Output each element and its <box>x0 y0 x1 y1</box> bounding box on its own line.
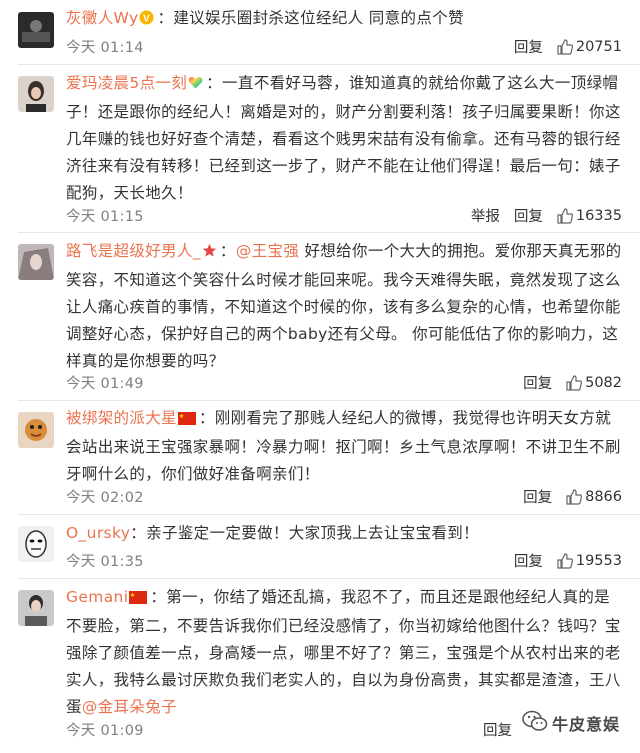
reply-button[interactable]: 回复 <box>514 36 543 57</box>
avatar[interactable] <box>18 12 54 48</box>
mention-link[interactable]: @王宝强 <box>236 242 299 260</box>
avatar[interactable] <box>18 244 54 280</box>
star-icon <box>202 240 217 267</box>
reply-button[interactable]: 回复 <box>514 550 543 571</box>
comment-actions: 回复 5082 <box>523 372 622 393</box>
svg-text:V: V <box>143 14 150 25</box>
reply-button[interactable]: 回复 <box>523 372 552 393</box>
like-count: 19553 <box>575 552 622 569</box>
avatar[interactable] <box>18 76 54 112</box>
divider <box>18 514 640 515</box>
username[interactable]: 爱玛凌晨5点一刻 <box>66 74 187 92</box>
reply-button[interactable]: 回复 <box>483 719 512 740</box>
comment-text: ：建议娱乐圈封杀这位经纪人 同意的点个赞 <box>157 9 464 27</box>
thumbs-up-icon <box>557 552 573 569</box>
like-count: 20751 <box>575 38 622 55</box>
comment-body: 灰黴人Wy V ：建议娱乐圈封杀这位经纪人 同意的点个赞 <box>66 5 622 34</box>
comment-body: O_ursky：亲子鉴定一定要做！大家顶我上去让宝宝看到！ <box>66 520 622 547</box>
thumbs-up-icon <box>557 38 573 55</box>
thumbs-up-icon <box>566 488 583 505</box>
avatar[interactable] <box>18 412 54 448</box>
comment-actions: 举报 回复 16335 <box>471 205 622 226</box>
china-flag-icon <box>177 407 196 434</box>
comment-actions: 回复 19553 <box>514 550 622 571</box>
comment-text: ：第一，你结了婚还乱搞，我忍不了，而且还是跟他经纪人真的是不要脸，第二，不要告诉… <box>66 588 621 716</box>
avatar[interactable] <box>18 590 54 626</box>
colon-text: ： <box>219 242 236 260</box>
comment-time: 今天 01:14 <box>66 40 144 56</box>
divider <box>18 578 640 579</box>
v-badge-icon: V <box>139 7 154 34</box>
thumbs-up-icon <box>557 207 573 224</box>
comment-time: 今天 02:02 <box>66 490 144 506</box>
watermark-text: 牛皮意娱 <box>552 715 621 734</box>
comment-actions: 回复 20751 <box>514 36 622 57</box>
comment-time: 今天 01:09 <box>66 723 144 739</box>
comment-body: 路飞是超级好男人_ ：@王宝强 好想给你一个大大的拥抱。爱你那天真无邪的笑容，不知… <box>66 238 622 375</box>
thumbs-up-icon <box>566 374 583 391</box>
like-button[interactable]: 20751 <box>557 39 622 55</box>
comment-body: 被绑架的派大星 ：刚刚看完了那贱人经纪人的微博，我觉得也许明天女方就会站出来说王宝… <box>66 405 622 488</box>
report-button[interactable]: 举报 <box>471 205 500 226</box>
like-count: 16335 <box>575 207 622 224</box>
username[interactable]: 路飞是超级好男人_ <box>66 242 201 260</box>
like-button[interactable]: 19553 <box>557 553 622 569</box>
watermark: 牛皮意娱 <box>522 707 638 739</box>
china-flag-icon <box>129 586 148 613</box>
like-button[interactable]: 5082 <box>566 375 622 391</box>
mention-link[interactable]: @金耳朵兔子 <box>82 698 177 716</box>
reply-button[interactable]: 回复 <box>523 486 552 507</box>
like-button[interactable]: 16335 <box>557 208 622 224</box>
comment-actions: 回复 <box>483 719 512 740</box>
like-count: 8866 <box>585 488 622 505</box>
comment-time: 今天 01:15 <box>66 209 144 225</box>
reply-button[interactable]: 回复 <box>514 205 543 226</box>
comment-text: ：亲子鉴定一定要做！大家顶我上去让宝宝看到！ <box>130 524 479 542</box>
wechat-icon <box>522 710 548 736</box>
rainbow-heart-icon <box>188 72 203 99</box>
username[interactable]: 被绑架的派大星 <box>66 409 177 427</box>
comment-actions: 回复 8866 <box>523 486 622 507</box>
divider <box>18 400 640 401</box>
like-count: 5082 <box>585 374 622 391</box>
comment-body: 爱玛凌晨5点一刻 ：一直不看好马蓉，谁知道真的就给你戴了这么大一顶绿帽子！还是跟你… <box>66 70 622 207</box>
comment-time: 今天 01:49 <box>66 376 144 392</box>
avatar[interactable] <box>18 526 54 562</box>
username[interactable]: 灰黴人Wy <box>66 9 138 27</box>
username[interactable]: O_ursky <box>66 524 130 542</box>
comment-text: ：一直不看好马蓉，谁知道真的就给你戴了这么大一顶绿帽子！还是跟你的经纪人！离婚是… <box>66 74 621 202</box>
comment-time: 今天 01:35 <box>66 554 144 570</box>
comment-body: Gemani ：第一，你结了婚还乱搞，我忍不了，而且还是跟他经纪人真的是不要脸，第… <box>66 584 622 721</box>
divider <box>18 64 640 65</box>
username[interactable]: Gemani <box>66 588 128 606</box>
like-button[interactable]: 8866 <box>566 489 622 505</box>
divider <box>18 232 640 233</box>
comment-text: 好想给你一个大大的拥抱。爱你那天真无邪的笑容，不知道这个笑容什么时候才能回来呢。… <box>66 242 622 370</box>
